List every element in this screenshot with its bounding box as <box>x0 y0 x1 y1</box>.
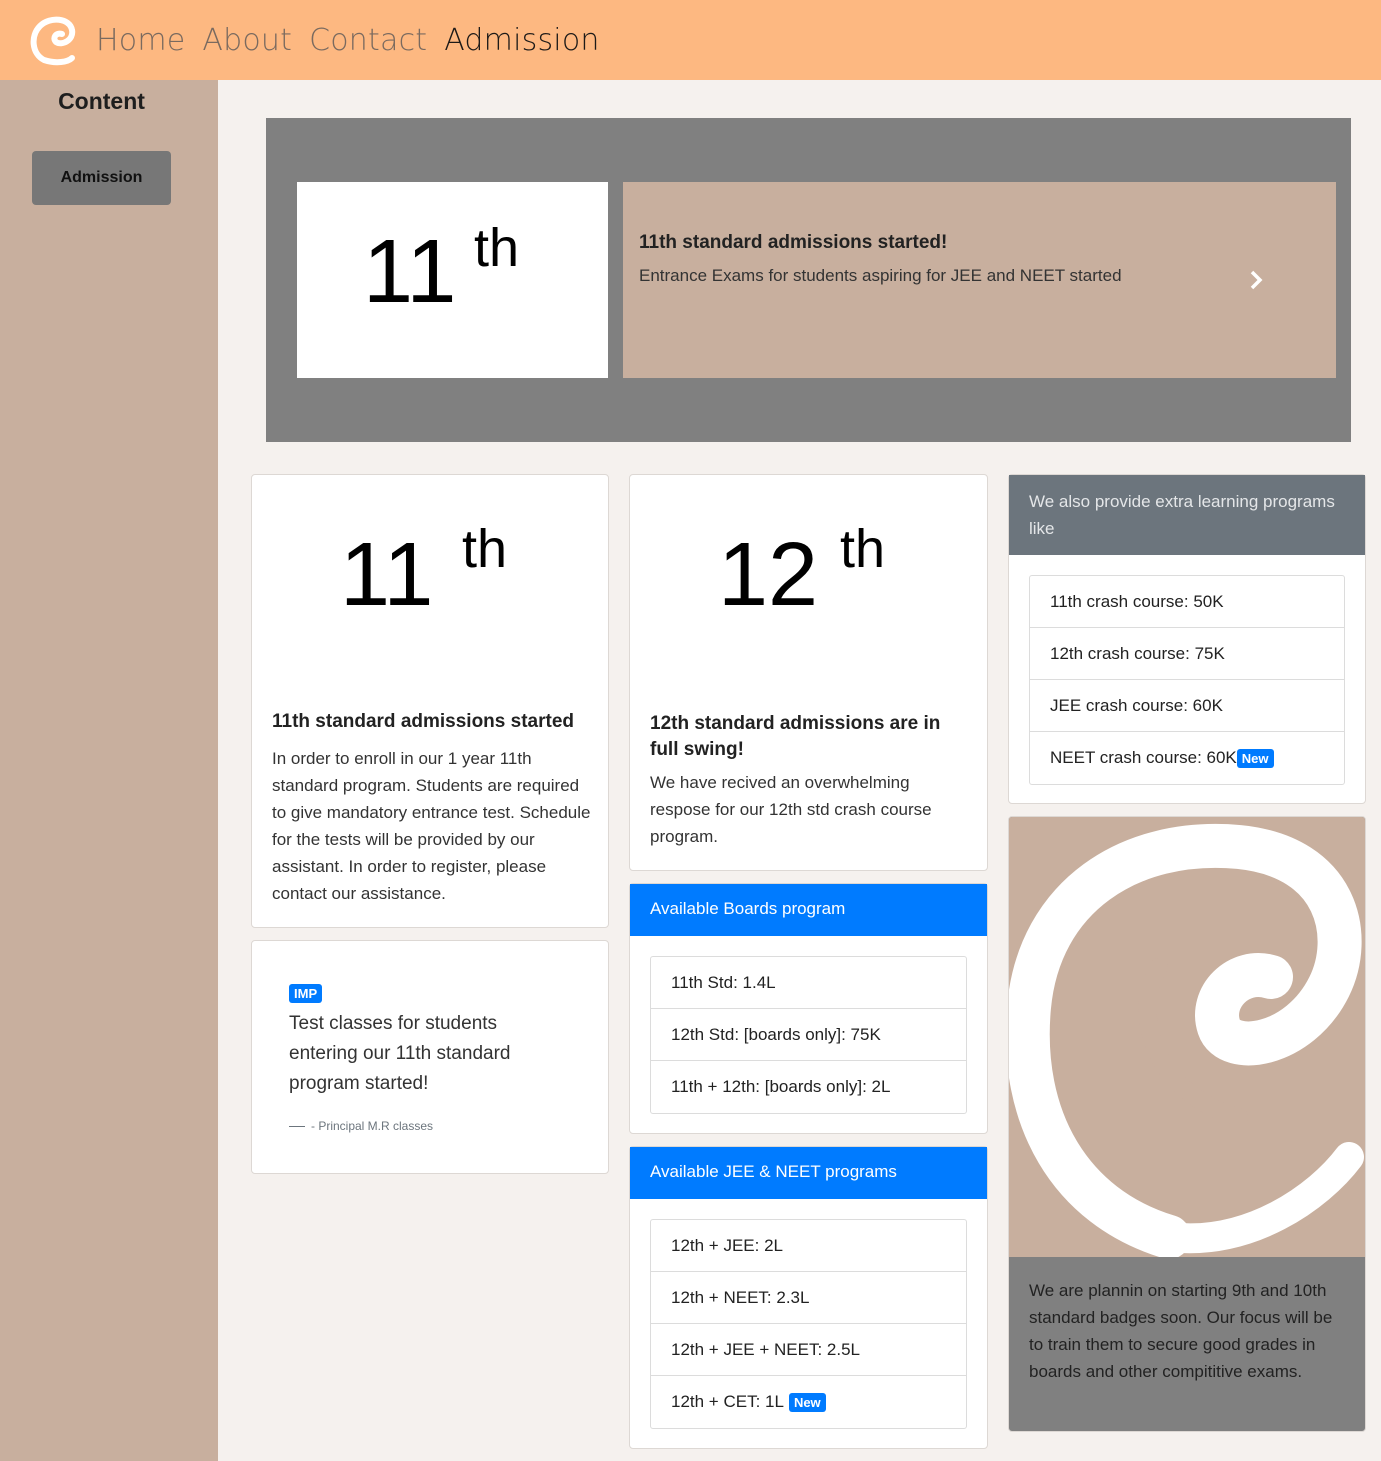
quote-author: - Principal M.R classes <box>311 1119 434 1133</box>
card-11th-admission: 11 th 11th standard admissions started I… <box>251 474 609 928</box>
quote-text: Test classes for students entering our 1… <box>289 1013 511 1094</box>
list-item: 12th + CET: 1L New <box>651 1376 966 1428</box>
carousel-caption: 11th standard admissions started! Entran… <box>623 182 1336 378</box>
boards-programs-card: Available Boards program 11th Std: 1.4L … <box>629 883 988 1134</box>
top-navbar: Home About Contact Admission <box>0 0 1381 80</box>
carousel-image-suffix: th <box>474 218 520 278</box>
jee-neet-list: 12th + JEE: 2L 12th + NEET: 2.3L 12th + … <box>650 1219 967 1429</box>
new-badge: New <box>1236 748 1274 768</box>
list-item: 12th Std: [boards only]: 75K <box>651 1009 966 1061</box>
card-12th-title: 12th standard admissions are in full swi… <box>650 713 941 760</box>
quote-card: IMP Test classes for students entering o… <box>251 940 609 1174</box>
sidebar-title: Content <box>58 88 145 114</box>
brand-swirl-icon <box>1009 824 1364 1259</box>
future-programs-text: We are plannin on starting 9th and 10th … <box>1029 1281 1333 1381</box>
card-11th-text: In order to enroll in our 1 year 11th st… <box>272 749 591 903</box>
card-12th-image-suffix: th <box>840 519 886 579</box>
card-12th-image-number: 12 <box>718 525 819 625</box>
new-badge: New <box>788 1392 826 1412</box>
list-item: 11th + 12th: [boards only]: 2L <box>671 1077 891 1096</box>
list-item-label: NEET crash course: 60K <box>1050 748 1237 767</box>
carousel-text: Entrance Exams for students aspiring for… <box>639 266 1122 285</box>
nav-link-home[interactable]: Home <box>96 23 185 58</box>
sidebar-admission-button[interactable]: Admission <box>32 151 171 205</box>
carousel-title: 11th standard admissions started! <box>639 232 948 253</box>
list-item: NEET crash course: 60K New <box>1030 732 1344 784</box>
jee-neet-header: Available JEE & NEET programs <box>630 1147 987 1199</box>
brand-logo-icon[interactable] <box>28 14 76 66</box>
carousel-image: 11 th <box>297 182 608 378</box>
card-12th-text: We have recived an overwhelming respose … <box>650 773 932 846</box>
brand-logo-image <box>1009 817 1365 1259</box>
list-item: 12th + NEET: 2.3L <box>651 1272 966 1324</box>
nav-link-contact[interactable]: Contact <box>309 23 427 58</box>
sidebar: Content Admission <box>0 80 218 1461</box>
chevron-right-icon[interactable] <box>1248 268 1264 292</box>
boards-header: Available Boards program <box>630 884 987 936</box>
list-item: 11th crash course: 50K <box>1030 576 1344 628</box>
card-11th-image-number: 11 <box>340 525 434 625</box>
card-12th-admission: 12 th 12th standard admissions are in fu… <box>629 474 988 871</box>
jee-neet-programs-card: Available JEE & NEET programs 12th + JEE… <box>629 1146 988 1449</box>
carousel: 11 th 11th standard admissions started! … <box>266 118 1351 442</box>
card-11th-title: 11th standard admissions started <box>272 711 574 732</box>
extra-header: We also provide extra learning programs … <box>1009 475 1365 555</box>
list-item: 11th Std: 1.4L <box>651 957 966 1009</box>
quote-dash <box>289 1126 305 1128</box>
boards-list: 11th Std: 1.4L 12th Std: [boards only]: … <box>650 956 967 1114</box>
extra-list: 11th crash course: 50K 12th crash course… <box>1029 575 1345 785</box>
card-11th-image-suffix: th <box>462 519 508 579</box>
list-item: JEE crash course: 60K <box>1030 680 1344 732</box>
imp-badge: IMP <box>289 984 323 1003</box>
future-programs-card: We are plannin on starting 9th and 10th … <box>1008 816 1366 1432</box>
nav-link-about[interactable]: About <box>202 23 292 58</box>
list-item: 12th crash course: 75K <box>1030 628 1344 680</box>
nav-link-admission[interactable]: Admission <box>444 23 599 58</box>
list-item-label: 12th + CET: 1L <box>671 1392 784 1411</box>
quote-footer: - Principal M.R classes <box>289 1119 433 1133</box>
list-item: 12th + JEE + NEET: 2.5L <box>651 1324 966 1376</box>
list-item: 12th + JEE: 2L <box>651 1220 966 1272</box>
carousel-image-number: 11 <box>363 222 457 322</box>
extra-programs-card: We also provide extra learning programs … <box>1008 474 1366 804</box>
